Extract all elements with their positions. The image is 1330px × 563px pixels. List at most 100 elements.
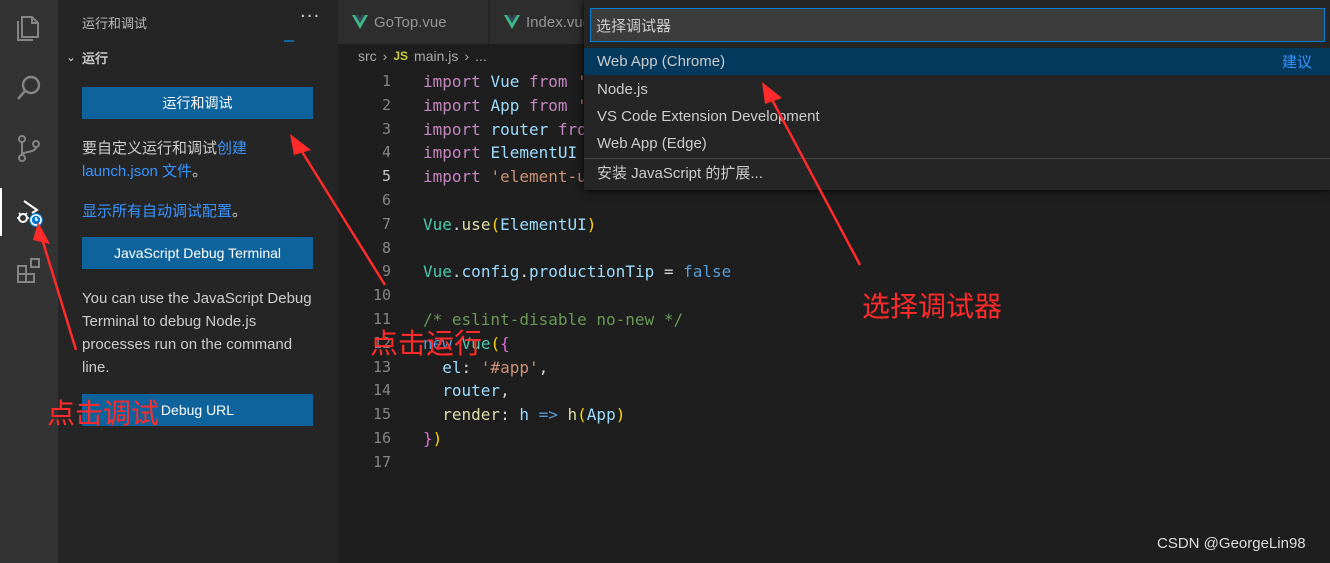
quick-pick-item[interactable]: Node.js: [584, 76, 1330, 103]
item-label: Web App (Chrome): [597, 53, 726, 70]
code-line[interactable]: [423, 451, 1023, 475]
run-debug-button[interactable]: [0, 188, 58, 236]
code-token: (: [490, 214, 501, 234]
item-label: VS Code Extension Development: [597, 108, 820, 125]
code-line[interactable]: [423, 237, 1023, 261]
run-and-debug-button[interactable]: 运行和调试: [82, 87, 313, 119]
code-line[interactable]: render: h => h(App): [423, 403, 1023, 427]
show-all-configs-link[interactable]: 显示所有自动调试配置: [82, 203, 232, 220]
quick-pick-input[interactable]: 选择调试器: [590, 8, 1325, 42]
chevron-right-icon: ›: [382, 48, 388, 64]
annotation-select-debugger: 选择调试器: [862, 290, 1003, 323]
code-token: ): [432, 428, 443, 448]
code-token: import: [423, 95, 481, 115]
chevron-down-icon: ⌄: [66, 51, 76, 64]
code-token: Vue: [423, 262, 452, 282]
breadcrumb-file[interactable]: main.js: [414, 48, 458, 64]
item-label: Web App (Edge): [597, 135, 707, 152]
line-number: 9: [381, 262, 391, 281]
code-line[interactable]: Vue.use(ElementUI): [423, 213, 1023, 237]
code-token: {: [500, 333, 510, 353]
code-token: ElementUI: [500, 214, 587, 234]
code-token: =>: [538, 405, 558, 425]
code-token: import: [423, 72, 481, 91]
source-control-icon: [18, 135, 40, 162]
more-actions-icon[interactable]: ···: [300, 6, 320, 27]
run-debug-icon: [17, 200, 43, 227]
vue-icon: [352, 15, 368, 29]
code-token: :: [500, 405, 520, 425]
extensions-button[interactable]: [0, 246, 58, 294]
breadcrumb-folder[interactable]: src: [358, 48, 377, 64]
section-run[interactable]: ⌄ 运行: [64, 48, 108, 67]
breadcrumb: src › JS main.js › ...: [358, 48, 487, 64]
extensions-icon: [17, 258, 40, 283]
watermark: CSDN @GeorgeLin98: [1157, 535, 1306, 552]
explorer-button[interactable]: [0, 4, 58, 52]
code-token: from: [528, 72, 568, 91]
quick-pick-item[interactable]: Web App (Chrome) 建议: [584, 48, 1330, 75]
code-token: h: [519, 405, 529, 425]
line-number: 16: [372, 428, 391, 447]
line-number: 4: [381, 143, 391, 162]
code-line[interactable]: }): [423, 427, 1023, 451]
line-number: 5: [381, 167, 391, 186]
js-debug-terminal-button[interactable]: JavaScript Debug Terminal: [82, 237, 313, 269]
create-link[interactable]: 创建: [217, 140, 247, 157]
code-token: ,: [500, 381, 510, 401]
code-line[interactable]: Vue.config.productionTip = false: [423, 260, 1023, 284]
code-token: import: [423, 143, 481, 163]
annotation-click-run: 点击运行: [370, 327, 483, 360]
code-line[interactable]: [423, 189, 1023, 213]
code-token: ElementUI: [490, 143, 578, 163]
line-number: 3: [381, 119, 391, 138]
activity-bar: [0, 0, 58, 563]
code-token: ,: [538, 357, 549, 377]
sidebar-title: 运行和调试: [82, 17, 148, 32]
code-token: App: [490, 95, 520, 115]
quick-pick-item[interactable]: 安装 JavaScript 的扩展...: [584, 158, 1330, 185]
breadcrumb-ellipsis[interactable]: ...: [475, 48, 487, 64]
code-line[interactable]: new Vue({: [423, 332, 1023, 356]
js-file-icon: JS: [393, 49, 409, 63]
customize-prefix: 要自定义运行和调试: [82, 140, 218, 157]
files-icon: [17, 16, 39, 41]
line-number: 14: [372, 381, 391, 400]
code-token: import: [423, 119, 481, 139]
tab-gotop[interactable]: GoTop.vue: [338, 0, 488, 44]
code-token: .: [451, 214, 462, 234]
quick-pick-item[interactable]: Web App (Edge): [584, 130, 1330, 157]
code-line[interactable]: router,: [423, 379, 1023, 403]
launch-json-link[interactable]: launch.json 文件: [82, 163, 192, 180]
line-number: 1: [381, 72, 391, 90]
line-number-gutter: 1 2 3 4 5 6 7 8 9 10 11 12 13 14 15 16 17: [338, 70, 398, 475]
code-token: .: [519, 262, 529, 282]
code-token: router: [442, 381, 501, 401]
code-token: productionTip: [528, 262, 655, 282]
suggested-tag: 建议: [1281, 54, 1312, 71]
search-icon: [17, 75, 41, 100]
line-number: 8: [381, 238, 391, 257]
code-line[interactable]: el: '#app',: [423, 356, 1023, 380]
quick-pick-item[interactable]: VS Code Extension Development: [584, 103, 1330, 130]
code-token: from: [528, 95, 568, 115]
line-number: 2: [381, 95, 391, 114]
progress-indicator: [284, 40, 294, 42]
item-label: Node.js: [597, 81, 648, 98]
code-token: import: [423, 167, 481, 187]
source-control-button[interactable]: [0, 124, 58, 172]
section-label: 运行: [82, 52, 109, 67]
search-button[interactable]: [0, 64, 58, 112]
code-token: App: [586, 405, 616, 425]
tab-label: Index.vue: [526, 13, 592, 31]
show-all-suffix: 。: [232, 203, 248, 220]
line-number: 6: [381, 190, 391, 209]
code-token: false: [683, 262, 732, 282]
